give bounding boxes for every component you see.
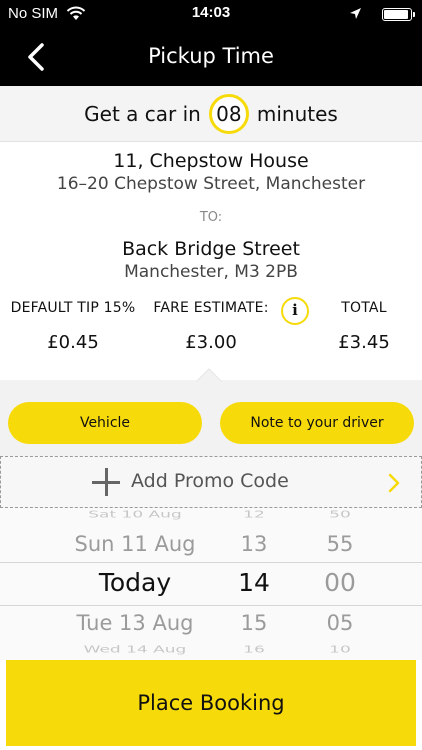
tip-column: DEFAULT TIP 15% £0.45: [4, 300, 142, 353]
picker-row-selected[interactable]: Today 14 00: [0, 568, 422, 606]
eta-prefix: Get a car in: [84, 101, 201, 126]
picker-hour: 15: [240, 611, 268, 635]
picker-minute: 50: [329, 509, 351, 521]
picker-hour: 12: [243, 509, 265, 521]
tip-label: DEFAULT TIP 15%: [10, 300, 136, 316]
total-value: £3.45: [338, 332, 390, 353]
plus-icon: [91, 467, 121, 497]
estimate-value: £3.00: [185, 332, 237, 353]
destination-line2: Manchester, M3 2PB: [124, 262, 298, 282]
total-column: TOTAL £3.45: [314, 300, 414, 353]
vehicle-button[interactable]: Vehicle: [8, 402, 202, 444]
status-bar: No SIM 14:03: [0, 0, 422, 28]
battery-icon: [382, 8, 415, 21]
pickup-address: 11, Chepstow House 16–20 Chepstow Street…: [0, 150, 422, 194]
estimate-column: FARE ESTIMATE: £3.00: [142, 300, 280, 353]
picker-minute: 00: [324, 568, 356, 597]
eta-bar: Get a car in 08 minutes: [0, 86, 422, 142]
picker-row[interactable]: Sun 11 Aug 13 55: [0, 532, 422, 570]
picker-minute: 55: [326, 532, 354, 556]
picker-row[interactable]: Sat 10 Aug 12 50: [0, 509, 422, 530]
fare-summary: DEFAULT TIP 15% £0.45 FARE ESTIMATE: £3.…: [0, 297, 422, 380]
place-booking-label: Place Booking: [137, 691, 285, 715]
destination-line1: Back Bridge Street: [122, 238, 300, 260]
picker-minute: 10: [329, 644, 351, 655]
picker-hour: 14: [238, 568, 270, 597]
chevron-right-icon: [388, 473, 400, 493]
picker-row[interactable]: Wed 14 Aug 16 10: [0, 644, 422, 660]
picker-day: Sat 10 Aug: [88, 509, 182, 521]
location-arrow-icon: [350, 8, 361, 19]
estimate-label: FARE ESTIMATE:: [153, 300, 269, 316]
pickup-line1: 11, Chepstow House: [113, 150, 309, 172]
destination-address: Back Bridge Street Manchester, M3 2PB: [0, 238, 422, 282]
place-booking-button[interactable]: Place Booking: [6, 660, 416, 746]
picker-day: Today: [98, 568, 172, 597]
pickup-line2: 16–20 Chepstow Street, Manchester: [56, 174, 366, 194]
pickup-time-picker[interactable]: Sat 10 Aug 12 50 Sun 11 Aug 13 55 Today …: [0, 508, 422, 660]
page-title: Pickup Time: [148, 44, 274, 68]
tip-value: £0.45: [47, 332, 99, 353]
picker-day: Sun 11 Aug: [74, 532, 196, 556]
note-to-driver-button[interactable]: Note to your driver: [220, 402, 414, 444]
picker-hour: 13: [240, 532, 268, 556]
picker-day: Wed 14 Aug: [83, 644, 187, 655]
promo-label: Add Promo Code: [131, 470, 289, 492]
picker-minute: 05: [326, 611, 354, 635]
picker-day: Tue 13 Aug: [76, 611, 194, 635]
info-icon[interactable]: i: [281, 297, 309, 325]
picker-hour: 16: [243, 644, 265, 655]
nav-bar: Pickup Time: [0, 28, 422, 86]
eta-suffix: minutes: [256, 101, 338, 126]
to-label: TO:: [199, 210, 223, 225]
add-promo-code-row[interactable]: Add Promo Code: [0, 456, 422, 508]
total-label: TOTAL: [341, 300, 387, 316]
eta-minutes-badge: 08: [208, 93, 249, 134]
